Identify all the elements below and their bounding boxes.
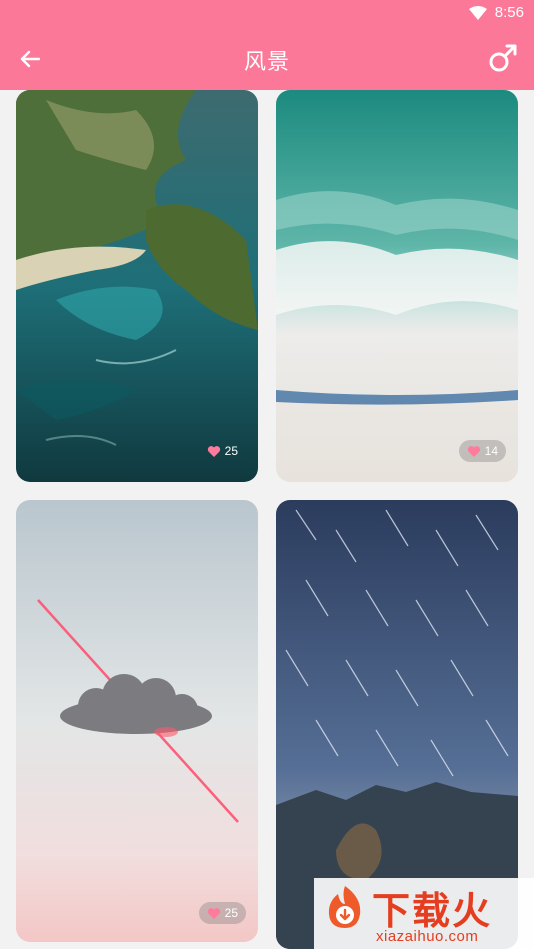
gender-button[interactable] [488, 43, 518, 73]
like-count: 25 [224, 444, 238, 458]
like-count: 14 [484, 444, 498, 458]
heart-icon [467, 445, 480, 457]
watermark: 下载火 xiazaihuo.com [314, 878, 534, 949]
male-icon [489, 44, 517, 72]
wallpaper-card[interactable]: 25 [16, 90, 258, 482]
fire-logo-icon [328, 886, 361, 928]
like-count: 25 [224, 906, 238, 920]
like-badge: 14 [458, 440, 506, 462]
wallpaper-image [276, 90, 518, 482]
app-bar: 风景 [0, 28, 534, 90]
status-time: 8:56 [494, 4, 524, 21]
wallpaper-image [16, 90, 258, 482]
watermark-url: xiazaihuo.com [376, 928, 479, 945]
page-title: 风景 [243, 49, 290, 74]
wallpaper-card[interactable]: 25 [16, 500, 258, 942]
heart-icon [207, 907, 220, 919]
wallpaper-grid: 25 14 25 [0, 90, 534, 949]
like-badge: 25 [199, 440, 246, 462]
wallpaper-image [16, 500, 258, 942]
status-bar: 8:56 [0, 0, 534, 28]
watermark-brand: 下载火 [372, 889, 493, 933]
wifi-icon [468, 5, 487, 20]
wallpaper-card[interactable]: 14 [276, 90, 518, 482]
heart-icon [207, 445, 220, 457]
like-badge: 25 [198, 902, 246, 924]
